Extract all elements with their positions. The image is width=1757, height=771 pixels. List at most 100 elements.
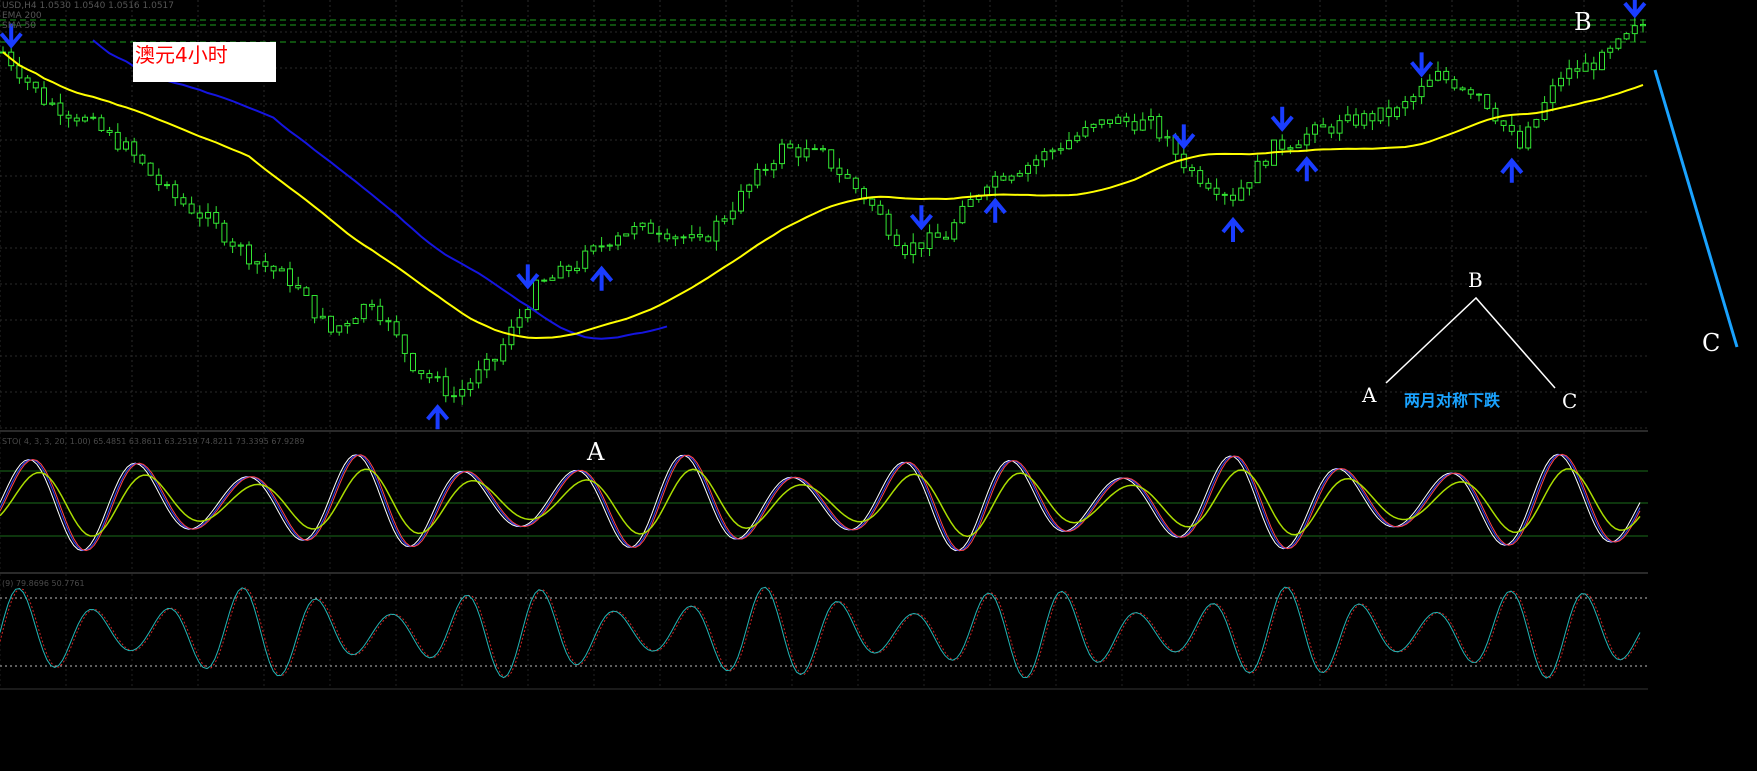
candle-body (697, 234, 703, 238)
candle-body (483, 358, 490, 371)
candle-body (836, 167, 843, 175)
candle-body (426, 373, 433, 379)
candle-body (360, 303, 367, 320)
candle-body (1566, 68, 1573, 79)
candle-body (1049, 149, 1056, 153)
candle-body (1377, 107, 1384, 122)
candle-body (434, 376, 441, 379)
candle-body (1451, 79, 1458, 89)
candle-body (1394, 107, 1400, 118)
candle-body (1328, 126, 1335, 134)
candle-body (770, 163, 777, 171)
candle-body (565, 265, 572, 272)
candle-body (721, 218, 728, 222)
candle-body (902, 245, 908, 256)
candle-body (336, 325, 343, 333)
pattern-label-c: C (1562, 389, 1577, 413)
candle-body (73, 117, 80, 122)
candle-body (1246, 182, 1253, 189)
abc-pattern-lines (1385, 296, 1556, 389)
candle-body (1262, 160, 1269, 166)
rsi-panel-label: (9) 79.8696 50.7761 (2, 579, 85, 588)
candle-body (196, 212, 203, 219)
candle-body (1369, 113, 1376, 122)
candle-body (500, 344, 507, 362)
candle-body (1599, 51, 1605, 71)
candle-body (1476, 93, 1482, 96)
up-arrow-icon (426, 404, 450, 430)
candle-body (1221, 193, 1228, 196)
candle-body (98, 117, 105, 131)
candle-body (680, 236, 687, 239)
candle-body (1074, 135, 1081, 142)
label-b-top: B (1574, 8, 1592, 36)
candle-body (1230, 194, 1236, 201)
candle-body (852, 177, 859, 190)
candle-body (1361, 113, 1368, 126)
candle-body (1148, 116, 1154, 121)
candle-body (229, 241, 236, 247)
candle-body (1353, 114, 1359, 126)
candle-body (155, 174, 162, 186)
candle-body (16, 65, 23, 79)
candle-body (549, 277, 556, 281)
candle-body (180, 197, 187, 205)
up-arrow-icon (1295, 156, 1319, 182)
candle-body (1385, 107, 1392, 118)
candle-body (442, 376, 449, 397)
rsi-main-line (0, 586, 1641, 679)
candle-body (1484, 94, 1491, 109)
candle-body (114, 131, 121, 150)
candle-body (1640, 23, 1646, 27)
title-label: 澳元4小时 (135, 43, 228, 67)
candle-body (1500, 120, 1507, 126)
candle-body (24, 77, 31, 83)
candle-body (172, 184, 179, 199)
candle-body (451, 395, 457, 398)
candle-body (729, 210, 736, 220)
trend-line-c (1653, 69, 1739, 348)
candle-body (877, 204, 884, 215)
candle-body (164, 184, 170, 187)
candle-body (90, 116, 97, 119)
candle-body (1525, 126, 1532, 149)
candle-body (1041, 151, 1048, 161)
candle-body (541, 279, 548, 282)
candle-body (631, 226, 638, 235)
candle-body (1336, 120, 1343, 134)
candle-body (385, 320, 392, 323)
candle-body (1549, 85, 1556, 104)
candle-body (811, 148, 818, 151)
candle-body (205, 212, 211, 219)
candle-body (1467, 89, 1474, 95)
candle-body (1066, 140, 1072, 150)
candle-body (123, 141, 129, 150)
candle-body (582, 250, 589, 269)
candle-body (1197, 170, 1204, 184)
indicator-header-2: SMA 50 (2, 21, 36, 31)
ema-slow-line (92, 39, 668, 340)
candle-body (1435, 70, 1441, 81)
candle-body (492, 358, 498, 362)
candle-body (1180, 153, 1187, 169)
candle-body (1279, 139, 1286, 150)
pattern-label-a: A (1361, 383, 1377, 407)
candle-body (57, 102, 64, 116)
stoch-panel-label: STO( 4, 3, 3, 20, 1.00) 65.4851 63.8611 … (2, 437, 304, 446)
candle-body (1082, 127, 1089, 137)
candle-body (106, 129, 113, 133)
candle-body (459, 388, 466, 397)
down-arrow-icon (1410, 52, 1434, 78)
candle-body (754, 168, 761, 186)
candle-body (1459, 87, 1466, 91)
up-arrow-icon (1500, 157, 1524, 183)
up-arrow-icon (590, 265, 614, 291)
candle-body (893, 234, 900, 247)
candle-body (1025, 164, 1031, 174)
candle-body (311, 295, 318, 319)
candle-body (32, 81, 39, 89)
candle-body (82, 116, 88, 122)
candle-body (1402, 101, 1409, 109)
candle-body (1418, 85, 1425, 98)
candle-body (623, 233, 630, 237)
